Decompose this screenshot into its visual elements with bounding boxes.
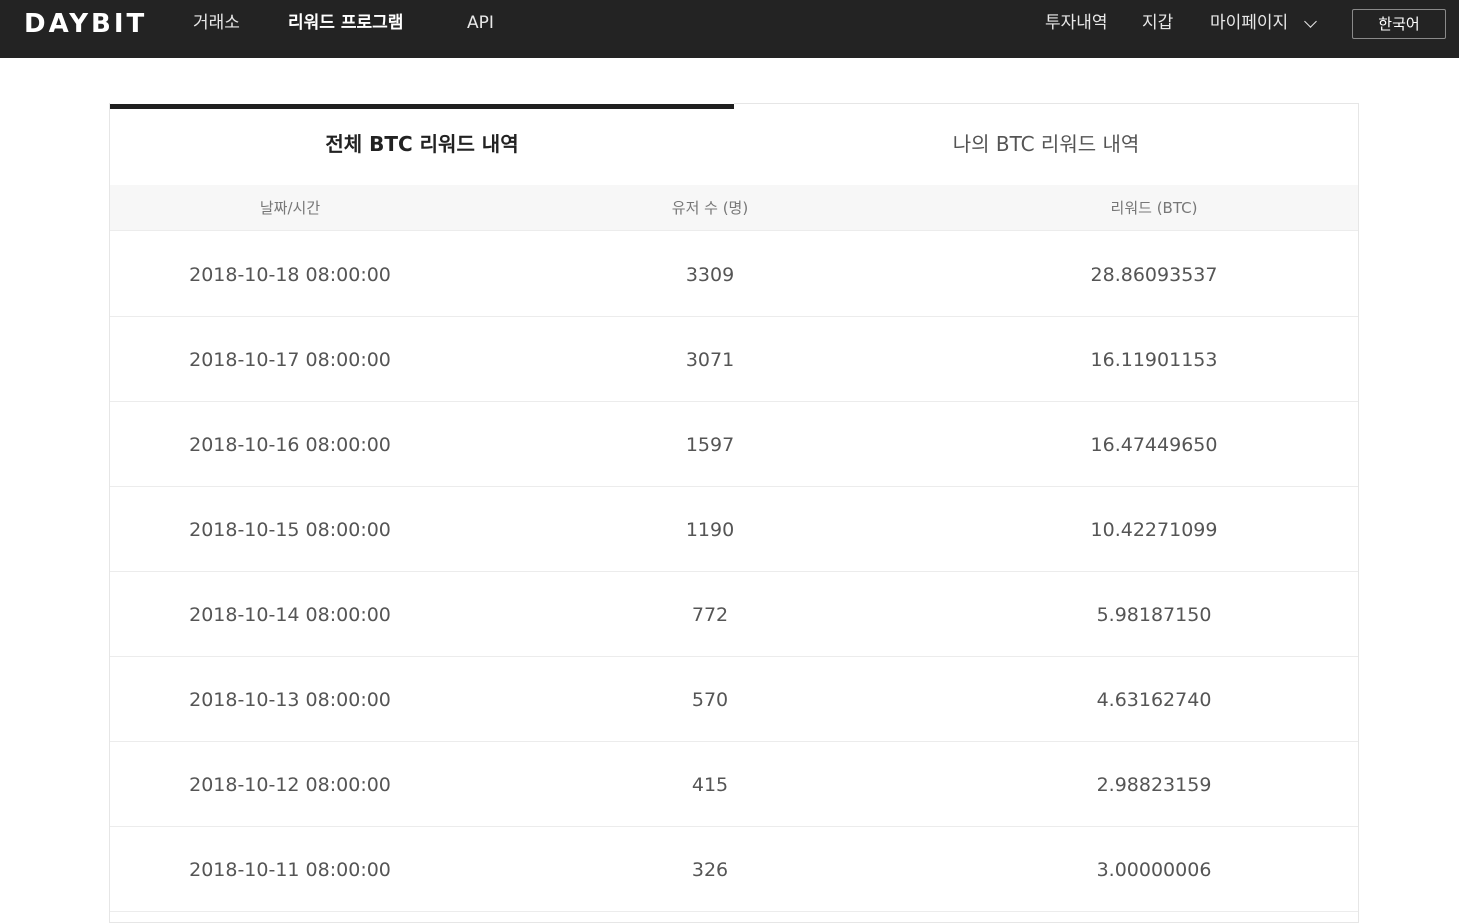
cell-datetime: 2018-10-11 08:00:00 — [189, 859, 391, 881]
nav-api[interactable]: API — [467, 12, 494, 34]
table-row: 2018-10-11 08:00:00 326 3.00000006 — [110, 827, 1358, 912]
nav-investment-history[interactable]: 투자내역 — [1045, 12, 1108, 34]
cell-datetime: 2018-10-16 08:00:00 — [189, 434, 391, 456]
language-button[interactable]: 한국어 — [1352, 9, 1446, 39]
cell-datetime: 2018-10-15 08:00:00 — [189, 519, 391, 541]
cell-datetime: 2018-10-17 08:00:00 — [189, 349, 391, 371]
top-navigation-bar: DAYBIT 거래소 리워드 프로그램 API 투자내역 지갑 마이페이지 한국… — [0, 0, 1459, 58]
cell-user-count: 326 — [691, 859, 729, 881]
table-row: 2018-10-18 08:00:00 3309 28.86093537 — [110, 232, 1358, 317]
cell-datetime: 2018-10-13 08:00:00 — [189, 689, 391, 711]
nav-mypage[interactable]: 마이페이지 — [1210, 12, 1288, 34]
cell-user-count: 3071 — [685, 349, 735, 371]
cell-reward: 3.00000006 — [1096, 859, 1212, 881]
column-header-datetime: 날짜/시간 — [259, 199, 321, 217]
table-row: 2018-10-15 08:00:00 1190 10.42271099 — [110, 487, 1358, 572]
cell-reward: 5.98187150 — [1096, 604, 1212, 626]
cell-reward: 16.11901153 — [1090, 349, 1218, 371]
cell-reward: 2.98823159 — [1096, 774, 1212, 796]
cell-reward: 28.86093537 — [1090, 264, 1218, 286]
daybit-logo[interactable]: DAYBIT — [24, 11, 147, 37]
table-row: 2018-10-16 08:00:00 1597 16.47449650 — [110, 402, 1358, 487]
table-row: 2018-10-14 08:00:00 772 5.98187150 — [110, 572, 1358, 657]
nav-wallet[interactable]: 지갑 — [1142, 12, 1173, 34]
cell-user-count: 1597 — [685, 434, 735, 456]
cell-user-count: 570 — [691, 689, 729, 711]
tab-all-btc-reward-history[interactable]: 전체 BTC 리워드 내역 — [110, 130, 734, 158]
table-row: 2018-10-12 08:00:00 415 2.98823159 — [110, 742, 1358, 827]
cell-reward: 10.42271099 — [1090, 519, 1218, 541]
cell-datetime: 2018-10-14 08:00:00 — [189, 604, 391, 626]
chevron-down-icon[interactable] — [1304, 15, 1317, 28]
table-row: 2018-10-17 08:00:00 3071 16.11901153 — [110, 317, 1358, 402]
cell-user-count: 772 — [691, 604, 729, 626]
cell-user-count: 3309 — [685, 264, 735, 286]
column-header-user-count: 유저 수 (명) — [671, 199, 749, 217]
tab-my-btc-reward-history[interactable]: 나의 BTC 리워드 내역 — [734, 130, 1358, 158]
table-header: 날짜/시간 유저 수 (명) 리워드 (BTC) — [110, 185, 1358, 231]
cell-user-count: 415 — [691, 774, 729, 796]
cell-reward: 16.47449650 — [1090, 434, 1218, 456]
cell-user-count: 1190 — [685, 519, 735, 541]
table-row: 2018-10-13 08:00:00 570 4.63162740 — [110, 657, 1358, 742]
cell-datetime: 2018-10-12 08:00:00 — [189, 774, 391, 796]
tab-divider — [734, 103, 1359, 104]
column-header-reward: 리워드 (BTC) — [1110, 199, 1198, 217]
nav-reward-program[interactable]: 리워드 프로그램 — [288, 12, 403, 34]
cell-datetime: 2018-10-18 08:00:00 — [189, 264, 391, 286]
nav-exchange[interactable]: 거래소 — [193, 12, 240, 34]
active-tab-indicator — [110, 104, 734, 109]
cell-reward: 4.63162740 — [1096, 689, 1212, 711]
